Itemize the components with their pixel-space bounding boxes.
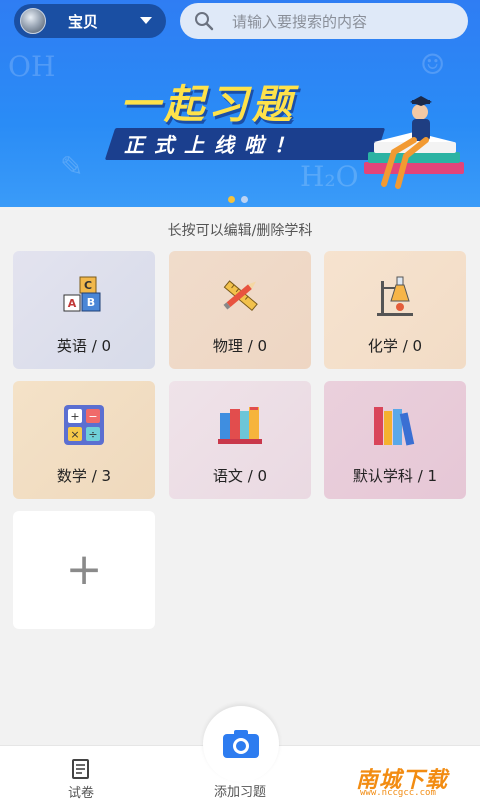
tab-paper-label: 试卷 — [67, 786, 94, 800]
subject-label: 默认学科 / 1 — [352, 467, 438, 485]
ruler-pencil-icon — [223, 280, 258, 311]
calculator-icon: + − × ÷ — [64, 405, 104, 445]
svg-text:÷: ÷ — [88, 428, 97, 441]
top-bar: 宝贝 请输入要搜索的内容 — [0, 0, 480, 44]
promo-banner[interactable]: OH H₂O ✎ ☺ 宝贝 请输入要搜索的内容 一起习题 正式上线啦！ — [0, 0, 480, 207]
subject-label: 化学 / 0 — [367, 337, 423, 355]
doodle-decoration: ✎ — [60, 150, 84, 183]
banner-subline: 正式上线啦！ — [124, 133, 304, 157]
subject-card-english[interactable]: C A B 英语 / 0 — [13, 251, 155, 369]
carousel-dots — [228, 196, 248, 203]
subject-label: 英语 / 0 — [56, 337, 112, 355]
svg-text:×: × — [70, 428, 79, 441]
search-icon — [195, 12, 214, 31]
doodle-decoration: OH — [8, 50, 56, 83]
camera-icon — [223, 730, 259, 758]
user-name: 宝贝 — [68, 12, 99, 31]
subject-card-chinese[interactable]: 语文 / 0 — [169, 381, 311, 499]
document-icon — [72, 759, 89, 779]
plus-icon: + — [65, 544, 103, 595]
avatar — [20, 8, 46, 34]
doodle-decoration: H₂O — [300, 160, 359, 193]
svg-text:A: A — [68, 297, 77, 310]
carousel-dot[interactable] — [228, 196, 235, 203]
subject-card-chemistry[interactable]: 化学 / 0 — [324, 251, 466, 369]
watermark-url: www.nccgcc.com — [360, 788, 436, 798]
tab-paper[interactable]: 试卷 — [56, 746, 106, 800]
watermark-logo: 南城下载 www.nccgcc.com — [356, 760, 476, 798]
search-input[interactable]: 请输入要搜索的内容 — [180, 3, 468, 39]
user-switcher[interactable]: 宝贝 — [14, 4, 166, 38]
flask-stand-icon — [377, 276, 413, 316]
svg-text:−: − — [88, 410, 97, 423]
svg-text:+: + — [70, 410, 79, 423]
subject-card-math[interactable]: + − × ÷ 数学 / 3 — [13, 381, 155, 499]
subject-card-physics[interactable]: 物理 / 0 — [169, 251, 311, 369]
svg-text:B: B — [87, 296, 95, 309]
abc-blocks-icon: C A B — [63, 276, 101, 312]
add-subject-button[interactable]: + — [13, 511, 155, 629]
banner-headline: 一起习题 — [120, 82, 296, 128]
subject-label: 语文 / 0 — [212, 467, 268, 485]
carousel-dot[interactable] — [241, 196, 248, 203]
doodle-decoration: ☺ — [420, 48, 446, 81]
add-question-camera-button[interactable] — [203, 706, 279, 782]
student-reading-illustration — [364, 96, 464, 189]
book-spines-icon — [374, 407, 415, 446]
books-icon — [218, 407, 262, 444]
edit-hint: 长按可以编辑/删除学科 — [167, 223, 313, 239]
search-placeholder: 请输入要搜索的内容 — [232, 12, 368, 31]
subject-label: 数学 / 3 — [56, 467, 112, 485]
add-question-label: 添加习题 — [213, 785, 266, 800]
subject-card-default[interactable]: 默认学科 / 1 — [324, 381, 466, 499]
svg-text:C: C — [84, 279, 92, 292]
subject-label: 物理 / 0 — [212, 337, 268, 355]
chevron-down-icon — [140, 17, 152, 24]
